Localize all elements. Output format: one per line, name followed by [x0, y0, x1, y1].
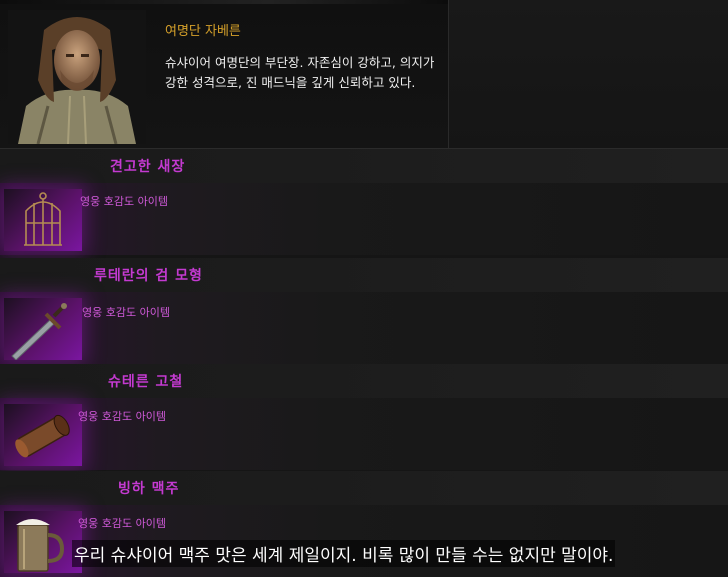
reward-title-bar: [0, 471, 728, 505]
npc-description: 슈샤이어 여명단의 부단장. 자존심이 강하고, 의지가 강한 성격으로, 진 …: [165, 55, 435, 90]
birdcage-icon: [24, 192, 62, 246]
reward-title: 슈테른 고철: [108, 374, 184, 390]
reward-title: 빙하 맥주: [118, 481, 180, 497]
reward-item[interactable]: 슈테른 고철 영웅 호감도 아이템: [0, 364, 728, 470]
item-grade: 영웅 호감도 아이템: [80, 195, 168, 208]
item-grade: 영웅 호감도 아이템: [78, 517, 166, 530]
npc-name: 여명단 자베른: [165, 24, 241, 39]
dialogue-subtitle: 우리 슈샤이어 맥주 맛은 세계 제일이지. 비록 많이 만들 수는 없지만 말…: [72, 540, 616, 567]
reward-item[interactable]: 루테란의 검 모형 영웅 호감도 아이템: [0, 258, 728, 364]
npc-portrait: [8, 10, 146, 144]
reward-body: 영웅 호감도 아이템: [0, 292, 728, 364]
reward-body: 영웅 호감도 아이템: [0, 183, 728, 255]
reward-title: 견고한 새장: [110, 159, 186, 175]
item-grade: 영웅 호감도 아이템: [78, 410, 166, 423]
item-grade: 영웅 호감도 아이템: [82, 306, 170, 319]
reward-item[interactable]: 견고한 새장 영웅 호감도 아이템: [0, 149, 728, 255]
scrap-pipe-icon: [15, 414, 70, 458]
reward-title: 루테란의 검 모형: [94, 268, 203, 284]
reward-body: 영웅 호감도 아이템: [0, 398, 728, 470]
npc-info-panel: 여명단 자베른 슈샤이어 여명단의 부단장. 자존심이 강하고, 의지가 강한 …: [0, 0, 449, 148]
beer-mug-icon: [16, 519, 65, 572]
sword-icon: [11, 303, 67, 360]
background-panel: [449, 0, 728, 148]
